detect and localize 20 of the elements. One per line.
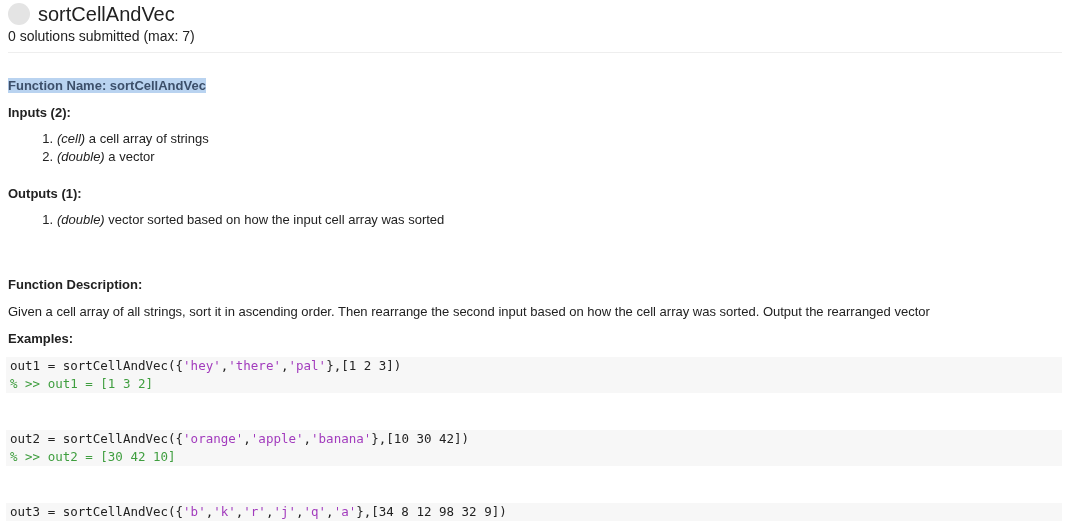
list-number: 2. bbox=[42, 148, 53, 166]
output-item: (double) vector sorted based on how the input cell array was sorted bbox=[57, 211, 445, 229]
avatar-circle bbox=[8, 3, 30, 25]
outputs-heading: Outputs (1): bbox=[8, 185, 83, 203]
solutions-count: 0 solutions submitted (max: 7) bbox=[8, 27, 196, 46]
list-number: 1. bbox=[42, 130, 53, 148]
function-name-heading: Function Name: sortCellAndVec bbox=[8, 78, 206, 93]
problem-title: sortCellAndVec bbox=[38, 2, 175, 26]
code-line: out3 = sortCellAndVec({'b','k','r','j','q','a'},[34 8 12 98 32 9]) bbox=[10, 503, 508, 521]
examples-heading: Examples: bbox=[8, 330, 75, 348]
description-heading: Function Description: bbox=[8, 276, 144, 294]
input-item: (cell) a cell array of strings bbox=[57, 130, 209, 148]
description-text: Given a cell array of all strings, sort it in ascending order. Then rearrange the second input based on how the cell array was sorted. Output the rearranged vector bbox=[8, 303, 931, 321]
code-line: out2 = sortCellAndVec({'orange','apple','banana'},[10 30 42]) bbox=[10, 430, 471, 448]
code-line: % >> out2 = [30 42 10] bbox=[10, 448, 177, 466]
input-item: (double) a vector bbox=[57, 148, 155, 166]
code-line: out1 = sortCellAndVec({'hey','there','pal'},[1 2 3]) bbox=[10, 357, 403, 375]
code-line: % >> out1 = [1 3 2] bbox=[10, 375, 154, 393]
inputs-heading: Inputs (2): bbox=[8, 104, 72, 122]
list-number: 1. bbox=[42, 211, 53, 229]
